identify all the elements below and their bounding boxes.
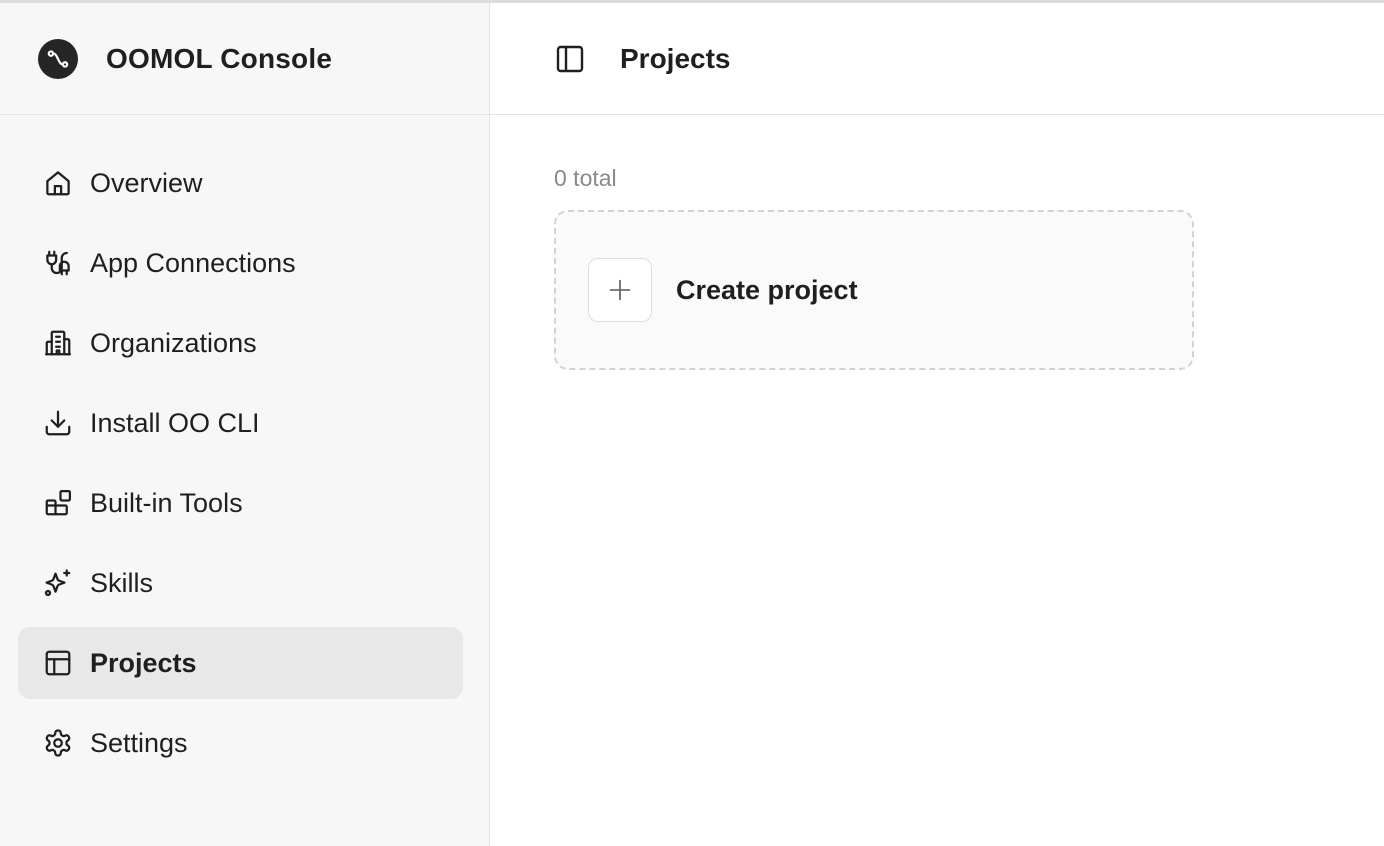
blocks-icon: [42, 487, 74, 519]
sidebar-item-app-connections[interactable]: App Connections: [18, 227, 463, 299]
create-project-button[interactable]: Create project: [554, 210, 1194, 370]
sidebar-item-organizations[interactable]: Organizations: [18, 307, 463, 379]
sidebar-item-label: Projects: [90, 647, 197, 678]
sidebar-item-label: Overview: [90, 167, 203, 198]
sidebar-item-settings[interactable]: Settings: [18, 707, 463, 779]
sidebar-item-overview[interactable]: Overview: [18, 147, 463, 219]
plus-icon: [588, 258, 652, 322]
route-icon[interactable]: [38, 38, 78, 79]
projects-content: 0 total Create project: [490, 115, 1384, 370]
download-icon: [42, 407, 74, 439]
layout-icon: [42, 647, 74, 679]
brand-title: OOMOL Console: [106, 42, 333, 74]
sidebar-item-label: Organizations: [90, 327, 257, 358]
plug-icon: [42, 247, 74, 279]
sidebar-item-label: Skills: [90, 567, 154, 598]
sidebar: OOMOL Console Overview App Connections O…: [0, 3, 490, 846]
sidebar-item-label: Settings: [90, 727, 188, 758]
brand-header: OOMOL Console: [0, 3, 489, 115]
sidebar-item-label: Built-in Tools: [90, 487, 243, 518]
sidebar-item-install-oo-cli[interactable]: Install OO CLI: [18, 387, 463, 459]
main-panel: Projects 0 total Create project: [490, 3, 1384, 846]
sidebar-nav: Overview App Connections Organizations I…: [0, 115, 489, 779]
sidebar-item-built-in-tools[interactable]: Built-in Tools: [18, 467, 463, 539]
sidebar-item-label: App Connections: [90, 247, 296, 278]
home-icon: [42, 167, 74, 199]
building-icon: [42, 327, 74, 359]
sidebar-item-skills[interactable]: Skills: [18, 547, 463, 619]
page-title: Projects: [620, 42, 731, 74]
sparkles-icon: [42, 567, 74, 599]
project-count: 0 total: [554, 165, 617, 191]
app-window: OOMOL Console Overview App Connections O…: [0, 0, 1384, 846]
top-bar: Projects: [490, 3, 1384, 115]
sidebar-item-label: Install OO CLI: [90, 407, 260, 438]
sidebar-item-projects[interactable]: Projects: [18, 627, 463, 699]
sidebar-toggle-icon[interactable]: [554, 43, 586, 75]
gear-icon: [42, 727, 74, 759]
create-project-label: Create project: [676, 274, 858, 305]
